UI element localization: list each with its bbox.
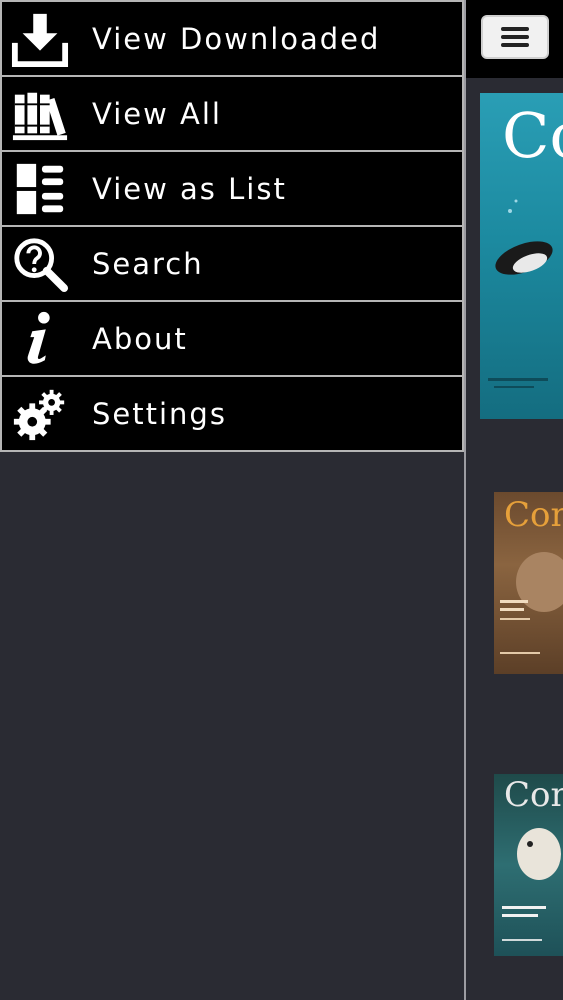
navigation-drawer: View Downloaded View All View as List Se…: [0, 0, 466, 1000]
menu-label: View as List: [92, 171, 287, 206]
menu-item-view-all[interactable]: View All: [0, 75, 464, 150]
list-view-icon: [10, 159, 70, 219]
menu-button[interactable]: [481, 15, 549, 59]
menu-item-view-downloaded[interactable]: View Downloaded: [0, 0, 464, 75]
gears-icon: [10, 384, 70, 444]
menu-label: About: [92, 321, 188, 356]
menu-item-about[interactable]: About: [0, 300, 464, 375]
info-icon: [10, 309, 70, 369]
magazine-cover[interactable]: Con: [494, 492, 563, 674]
menu-label: View All: [92, 96, 222, 131]
menu-item-view-as-list[interactable]: View as List: [0, 150, 464, 225]
download-icon: [10, 9, 70, 69]
cover-art: [502, 828, 561, 941]
cover-art: [500, 552, 563, 654]
menu-item-search[interactable]: Search: [0, 225, 464, 300]
magazine-cover[interactable]: Co: [480, 93, 563, 419]
menu-label: View Downloaded: [92, 21, 381, 56]
top-bar: [466, 0, 563, 78]
search-question-icon: [10, 234, 70, 294]
books-icon: [10, 84, 70, 144]
hamburger-icon: [501, 27, 529, 47]
menu-label: Settings: [92, 396, 227, 431]
magazine-cover[interactable]: Con: [494, 774, 563, 956]
menu-label: Search: [92, 246, 204, 281]
menu-item-settings[interactable]: Settings: [0, 375, 464, 452]
cover-art: [488, 199, 553, 388]
magazine-list-panel: Co Con Con: [466, 0, 563, 1000]
